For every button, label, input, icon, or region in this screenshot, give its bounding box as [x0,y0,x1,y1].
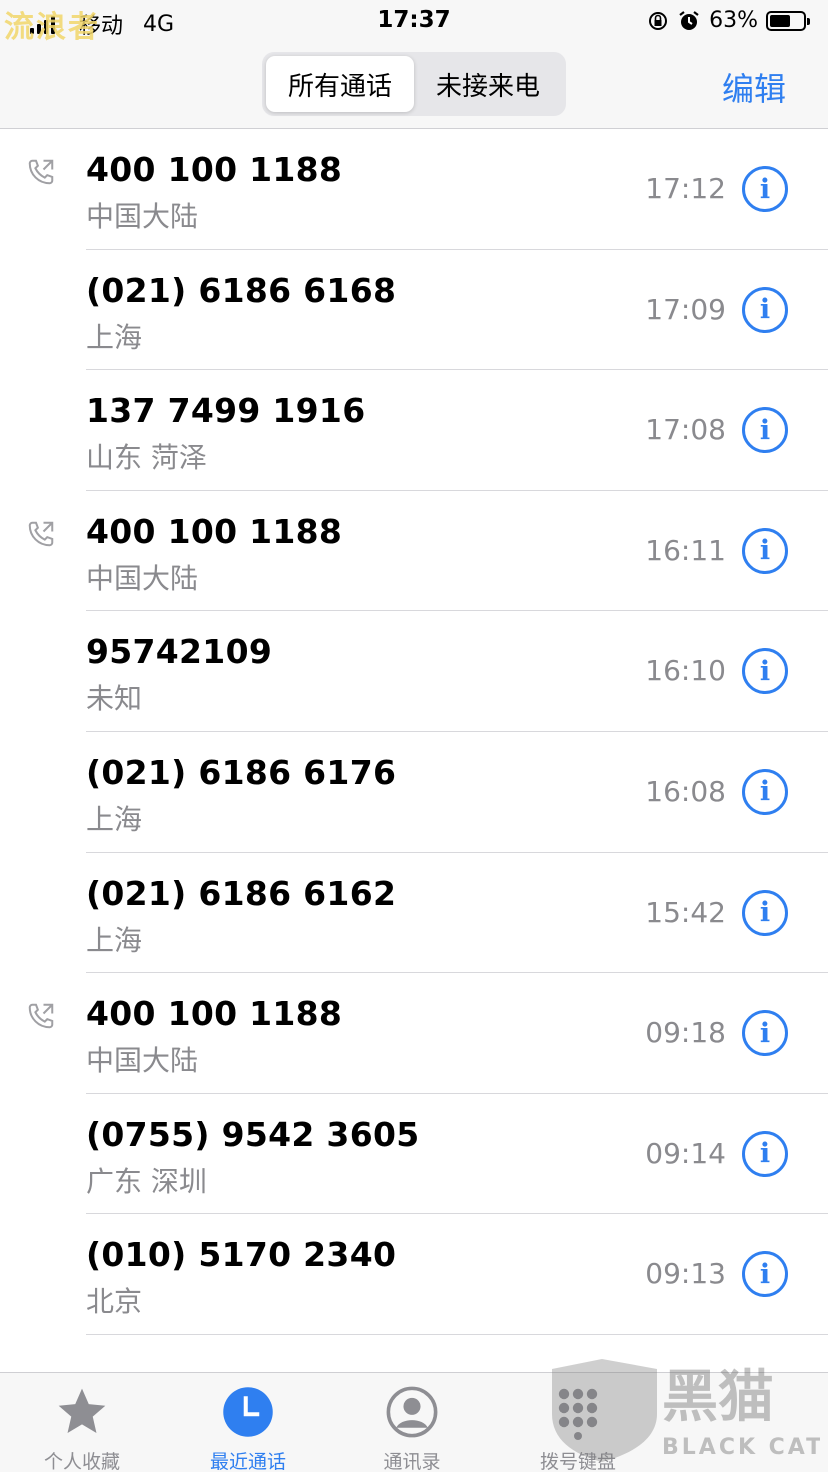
tab-bar: 个人收藏 最近通话 通讯录 拨号键盘 黑猫 BLACK CAT [0,1359,828,1472]
battery-fill [770,14,791,27]
tab-favorites[interactable]: 个人收藏 [22,1383,142,1472]
call-row[interactable]: (021) 6186 6176 上海 16:08 i [0,732,828,853]
call-time: 15:42 [645,895,726,929]
call-time: 09:18 [645,1016,726,1050]
edit-button[interactable]: 编辑 [722,64,786,110]
outgoing-call-icon [28,1003,54,1029]
call-row[interactable]: (0755) 9542 3605 广东 深圳 09:14 i [0,1094,828,1215]
call-number: (021) 6186 6162 [86,873,397,913]
info-button[interactable]: i [742,286,788,333]
call-number: (021) 6186 6176 [86,752,397,792]
call-number: 400 100 1188 [86,511,343,551]
info-button[interactable]: i [742,1251,788,1298]
tab-label: 个人收藏 [43,1451,120,1472]
call-time: 16:11 [645,533,726,567]
svg-text:黑猫: 黑猫 [662,1365,774,1430]
call-location: 广东 深圳 [86,1164,207,1198]
call-location: 未知 [86,682,143,716]
tab-contacts[interactable]: 通讯录 [352,1383,472,1472]
info-button[interactable]: i [742,768,788,815]
call-location: 上海 [86,320,143,354]
info-button[interactable]: i [742,889,788,936]
call-location: 中国大陆 [86,561,199,595]
call-location: 北京 [86,1285,143,1319]
info-button[interactable]: i [742,407,788,454]
watermark: 流浪者 [4,10,100,45]
call-row[interactable]: (021) 6186 6162 上海 15:42 i [0,853,828,974]
info-button[interactable]: i [742,1130,788,1177]
status-right: 63% [647,8,810,33]
call-location: 上海 [86,802,143,836]
clock-icon [219,1383,277,1441]
brand-watermark-logo: 黑猫 BLACK CAT [550,1354,821,1464]
call-time: 17:09 [645,292,726,326]
alarm-icon [679,10,699,30]
star-icon [53,1383,111,1441]
outgoing-call-icon [28,521,54,547]
call-time: 09:14 [645,1136,726,1170]
battery-percent: 63% [709,8,758,33]
call-time: 17:12 [645,172,726,205]
segment-all-calls[interactable]: 所有通话 [266,56,414,112]
svg-text:BLACK CAT: BLACK CAT [662,1435,820,1460]
call-number: (0755) 9542 3605 [86,1114,420,1154]
info-button[interactable]: i [742,648,788,695]
battery-icon [766,10,810,31]
status-bar: 移动 4G 17:37 63% 流浪者 [0,0,828,45]
call-row[interactable]: (010) 5170 2340 北京 09:13 i [0,1214,828,1335]
call-number: 95742109 [86,632,273,672]
contact-icon [383,1383,441,1441]
tab-recents[interactable]: 最近通话 [188,1383,308,1472]
call-number: 137 7499 1916 [86,391,366,431]
call-time: 16:08 [645,774,726,808]
call-row[interactable]: 95742109 未知 16:10 i [0,611,828,732]
info-button[interactable]: i [742,527,788,574]
call-number: (010) 5170 2340 [86,1235,397,1275]
recent-calls-list: 400 100 1188 中国大陆 17:12 i (021) 6186 6168 上海 1… [0,129,828,1335]
call-number: 400 100 1188 [86,994,343,1034]
call-row[interactable]: 400 100 1188 中国大陆 16:11 i [0,491,828,612]
call-number: 400 100 1188 [86,150,343,189]
call-row[interactable]: 137 7499 1916 山东 菏泽 17:08 i [0,370,828,491]
call-time: 09:13 [645,1257,726,1291]
outgoing-call-icon [28,159,54,185]
call-location: 上海 [86,923,143,957]
tab-label: 通讯录 [383,1451,441,1472]
call-location: 中国大陆 [86,200,199,233]
call-row[interactable]: 400 100 1188 中国大陆 09:18 i [0,973,828,1094]
call-number: (021) 6186 6168 [86,270,397,310]
call-time: 16:10 [645,654,726,688]
segment-missed-calls[interactable]: 未接来电 [414,56,562,112]
call-location: 山东 菏泽 [86,441,207,475]
call-time: 17:08 [645,413,726,447]
call-row[interactable]: 400 100 1188 中国大陆 17:12 i [0,129,828,250]
call-row[interactable]: (021) 6186 6168 上海 17:09 i [0,250,828,371]
segmented-control: 所有通话 未接来电 [262,52,566,116]
call-location: 中国大陆 [86,1044,199,1078]
info-button[interactable]: i [742,166,788,212]
nav-bar: 所有通话 未接来电 编辑 [0,44,828,129]
tab-label: 最近通话 [209,1451,286,1472]
info-button[interactable]: i [742,1010,788,1057]
orientation-lock-icon [649,11,668,30]
